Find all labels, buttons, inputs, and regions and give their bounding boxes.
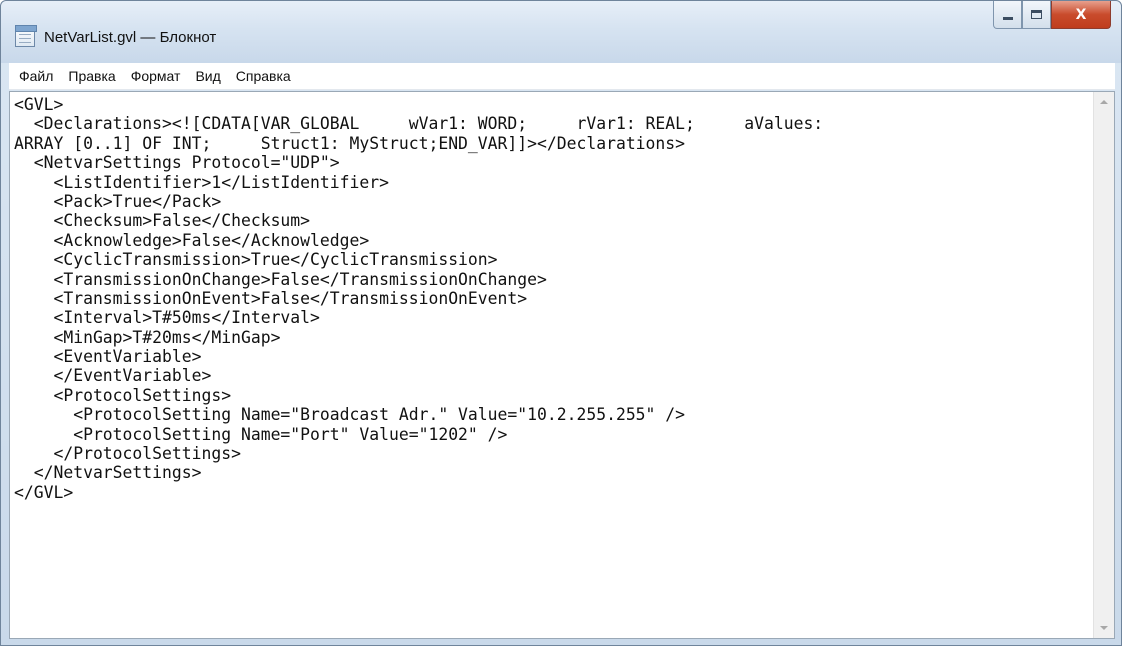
text-line: <EventVariable>	[14, 347, 202, 367]
text-line: <Interval>T#50ms</Interval>	[14, 308, 320, 328]
text-line: <TransmissionOnEvent>False</Transmission…	[14, 288, 528, 308]
arrow-up-icon	[1100, 100, 1108, 104]
text-line: <Checksum>False</Checksum>	[14, 211, 311, 231]
text-line: ARRAY [0..1] OF INT; Struct1: MyStruct;E…	[14, 133, 686, 153]
window-controls: X	[993, 1, 1111, 29]
text-line: </GVL>	[14, 482, 74, 502]
close-icon: X	[1075, 6, 1087, 23]
notepad-icon[interactable]	[15, 25, 37, 47]
maximize-icon	[1031, 10, 1042, 19]
menu-bar: Файл Правка Формат Вид Справка	[9, 63, 1115, 90]
menu-edit[interactable]: Правка	[68, 63, 115, 90]
text-line: <TransmissionOnChange>False</Transmissio…	[14, 269, 547, 289]
text-line: <ProtocolSetting Name="Broadcast Adr." V…	[14, 405, 686, 425]
text-content[interactable]: <GVL> <Declarations><![CDATA[VAR_GLOBAL …	[14, 95, 1092, 635]
scroll-down-button[interactable]	[1094, 618, 1114, 638]
menu-file[interactable]: Файл	[19, 63, 53, 90]
text-line: <Acknowledge>False</Acknowledge>	[14, 230, 370, 250]
window-title: NetVarList.gvl — Блокнот	[44, 29, 217, 46]
text-line: <CyclicTransmission>True</CyclicTransmis…	[14, 250, 498, 270]
close-button[interactable]: X	[1051, 1, 1111, 29]
text-line: </EventVariable>	[14, 366, 212, 386]
minimize-button[interactable]	[993, 1, 1022, 29]
arrow-down-icon	[1100, 626, 1108, 630]
text-line: <ProtocolSetting Name="Port" Value="1202…	[14, 424, 508, 444]
text-line: </NetvarSettings>	[14, 463, 202, 483]
text-line: <ListIdentifier>1</ListIdentifier>	[14, 172, 389, 192]
minimize-icon	[1002, 17, 1013, 20]
notepad-window: NetVarList.gvl — Блокнот X Файл Правка Ф…	[0, 0, 1122, 646]
text-line: <GVL>	[14, 95, 64, 114]
menu-view[interactable]: Вид	[195, 63, 220, 90]
text-line: </ProtocolSettings>	[14, 444, 241, 464]
menu-format[interactable]: Формат	[131, 63, 181, 90]
scroll-up-button[interactable]	[1094, 92, 1114, 112]
text-line: <NetvarSettings Protocol="UDP">	[14, 153, 340, 173]
text-line: <Pack>True</Pack>	[14, 191, 222, 211]
title-bar[interactable]: NetVarList.gvl — Блокнот X	[1, 1, 1121, 63]
text-line: <Declarations><![CDATA[VAR_GLOBAL wVar1:…	[14, 114, 824, 134]
text-line: <ProtocolSettings>	[14, 385, 232, 405]
maximize-button[interactable]	[1022, 1, 1051, 29]
text-line: <MinGap>T#20ms</MinGap>	[14, 327, 281, 347]
menu-help[interactable]: Справка	[236, 63, 291, 90]
text-editor[interactable]: <GVL> <Declarations><![CDATA[VAR_GLOBAL …	[9, 91, 1115, 639]
vertical-scrollbar[interactable]	[1093, 92, 1114, 638]
